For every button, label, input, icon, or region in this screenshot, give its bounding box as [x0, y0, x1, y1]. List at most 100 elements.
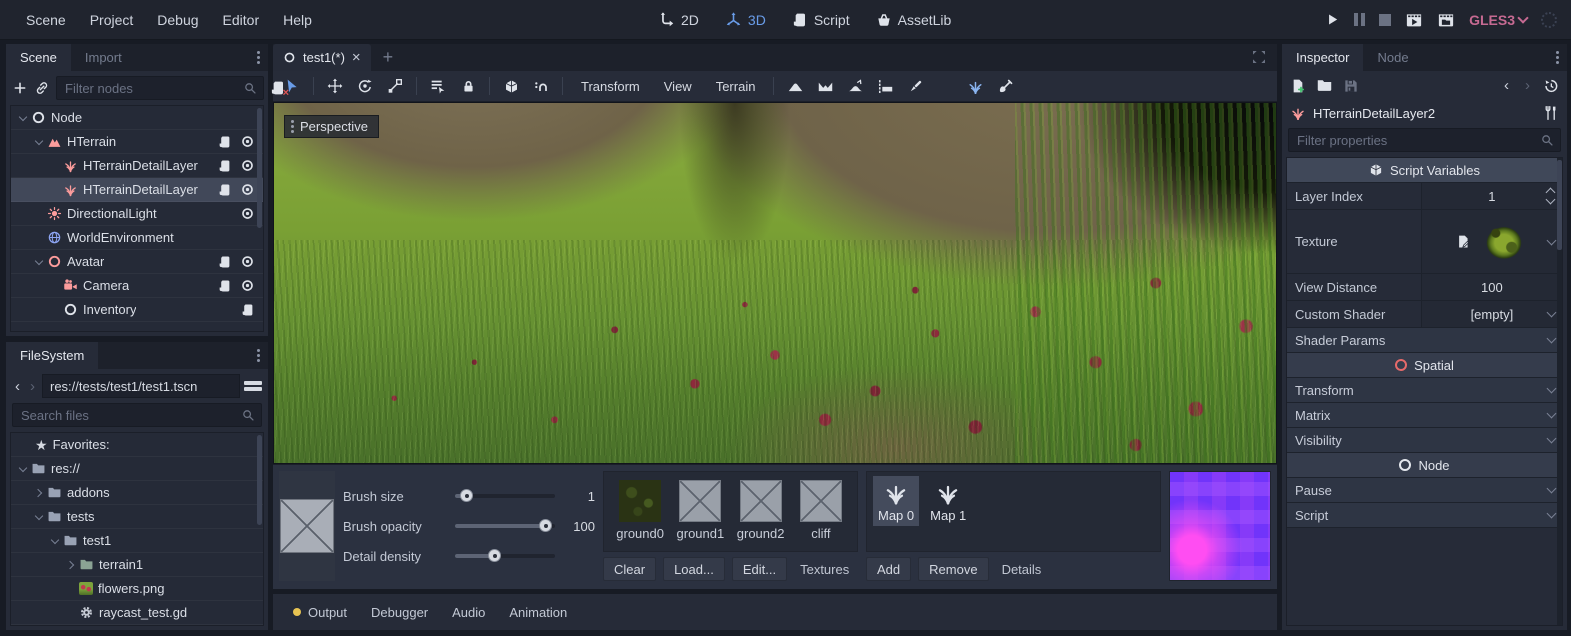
3d-viewport[interactable]: Perspective [273, 102, 1277, 464]
brush-size-slider[interactable] [455, 494, 555, 498]
category-script-variables[interactable]: Script Variables [1287, 158, 1562, 183]
lock-node-button[interactable] [455, 74, 481, 98]
texture-field[interactable] [1422, 210, 1562, 273]
tab-scene[interactable]: Scene [6, 44, 71, 71]
view-distance-field[interactable]: 100 [1422, 274, 1562, 300]
chevron-down-icon[interactable] [1547, 308, 1557, 318]
section-matrix[interactable]: Matrix [1287, 403, 1562, 428]
map-item-0[interactable]: Map 0 [873, 476, 919, 526]
details-label[interactable]: Details [1002, 562, 1042, 577]
texture-preview[interactable] [1479, 220, 1527, 264]
nav-back-button[interactable]: ‹ [12, 378, 23, 395]
visibility-eye-icon[interactable] [240, 158, 255, 173]
spinner-updown-icon[interactable] [1546, 189, 1556, 203]
brush-shape-preview[interactable] [280, 499, 334, 553]
menu-project[interactable]: Project [78, 8, 146, 32]
detach-script-button[interactable]: × [270, 80, 286, 97]
tab-inspector[interactable]: Inspector [1282, 44, 1363, 71]
visibility-eye-icon[interactable] [240, 134, 255, 149]
chevron-right-icon[interactable] [33, 486, 47, 500]
terrain-flatten-tool[interactable] [872, 74, 898, 98]
brush-opacity-slider[interactable] [455, 524, 555, 528]
terrain-paint-tool[interactable] [902, 74, 928, 98]
menu-help[interactable]: Help [271, 8, 324, 32]
map-item-1[interactable]: Map 1 [925, 476, 971, 526]
section-pause[interactable]: Pause [1287, 478, 1562, 503]
current-path[interactable]: res://tests/test1/test1.tscn [42, 374, 240, 398]
play-scene-button[interactable] [1405, 11, 1423, 29]
chevron-down-icon[interactable] [17, 462, 31, 476]
script-icon[interactable] [241, 303, 255, 317]
panel-menu-icon[interactable] [1556, 56, 1559, 59]
tree-row-world-environment[interactable]: WorldEnvironment [11, 226, 263, 250]
renderer-dropdown[interactable]: GLES3 [1469, 12, 1527, 28]
history-icon[interactable] [1543, 78, 1559, 94]
visibility-eye-icon[interactable] [240, 182, 255, 197]
menu-editor[interactable]: Editor [211, 8, 272, 32]
nav-forward-button[interactable]: › [27, 378, 38, 395]
tree-row-node[interactable]: Node [11, 106, 263, 130]
terrain-color-paint-tool[interactable] [932, 74, 958, 98]
script-icon[interactable] [218, 255, 232, 269]
fs-row-favorites[interactable]: ★ Favorites: [11, 433, 263, 457]
chevron-down-icon[interactable] [33, 135, 47, 149]
add-node-button[interactable] [12, 80, 28, 96]
texture-item-ground0[interactable]: ground0 [614, 480, 666, 541]
tree-row-avatar[interactable]: Avatar [11, 250, 263, 274]
category-spatial[interactable]: Spatial [1287, 353, 1562, 378]
split-mode-toggle-icon[interactable] [244, 379, 262, 393]
tab-output[interactable]: Output [283, 600, 357, 625]
tab-animation[interactable]: Animation [499, 600, 577, 625]
fs-row-terrain1[interactable]: terrain1 [11, 553, 263, 577]
pause-button[interactable] [1354, 13, 1365, 26]
script-icon[interactable] [218, 183, 232, 197]
section-shader-params[interactable]: Shader Params [1287, 328, 1562, 353]
tree-row-inventory[interactable]: Inventory [11, 298, 263, 322]
texture-item-ground2[interactable]: ground2 [735, 480, 787, 541]
clear-button[interactable]: Clear [603, 557, 656, 581]
fs-row-test1[interactable]: test1 [11, 529, 263, 553]
texture-item-cliff[interactable]: cliff [795, 480, 847, 541]
filter-properties-input[interactable] [1295, 132, 1540, 149]
scale-tool-button[interactable] [382, 74, 408, 98]
list-select-button[interactable] [425, 74, 451, 98]
terrain-erosion-tool[interactable] [992, 74, 1018, 98]
rotate-tool-button[interactable] [352, 74, 378, 98]
section-visibility[interactable]: Visibility [1287, 428, 1562, 453]
edit-button[interactable]: Edit... [732, 557, 787, 581]
script-icon[interactable] [218, 159, 232, 173]
section-transform[interactable]: Transform [1287, 378, 1562, 403]
tab-node[interactable]: Node [1363, 44, 1422, 71]
terrain-menu[interactable]: Terrain [706, 76, 766, 97]
chevron-down-icon[interactable] [33, 255, 47, 269]
distraction-free-icon[interactable] [1251, 49, 1267, 65]
chevron-down-icon[interactable] [33, 510, 47, 524]
fs-row-addons[interactable]: addons [11, 481, 263, 505]
custom-shader-field[interactable]: [empty] [1422, 301, 1562, 327]
edit-resource-icon[interactable] [1456, 234, 1471, 249]
transform-menu[interactable]: Transform [571, 76, 650, 97]
group-node-button[interactable] [498, 74, 524, 98]
search-files-input[interactable] [19, 407, 241, 424]
panel-menu-icon[interactable] [257, 354, 260, 357]
tree-row-detail-layer-1[interactable]: HTerrainDetailLayer [11, 154, 263, 178]
script-icon[interactable] [218, 279, 232, 293]
load-button[interactable]: Load... [663, 557, 725, 581]
tools-icon[interactable] [1543, 105, 1559, 121]
play-button[interactable] [1325, 12, 1340, 27]
tab-filesystem[interactable]: FileSystem [6, 342, 98, 369]
workspace-3d-button[interactable]: 3D [717, 7, 774, 32]
chevron-down-icon[interactable] [49, 534, 63, 548]
detail-density-slider[interactable] [455, 554, 555, 558]
fs-row-flowers[interactable]: flowers.png [11, 577, 263, 601]
chevron-right-icon[interactable] [65, 558, 79, 572]
history-forward-button[interactable]: › [1522, 77, 1533, 94]
tree-row-directional-light[interactable]: DirectionalLight [11, 202, 263, 226]
scrollbar[interactable] [257, 435, 262, 525]
snap-toggle-button[interactable] [528, 74, 554, 98]
workspace-script-button[interactable]: Script [784, 8, 858, 32]
script-icon[interactable] [218, 135, 232, 149]
new-resource-icon[interactable] [1290, 78, 1306, 94]
instance-scene-button[interactable] [34, 80, 50, 96]
play-custom-scene-button[interactable] [1437, 11, 1455, 29]
